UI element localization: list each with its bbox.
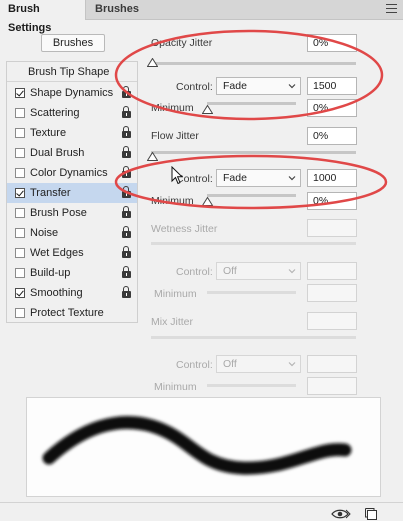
- mix-jitter-label: Mix Jitter: [151, 316, 193, 328]
- wetness-minimum-value: [307, 284, 357, 302]
- wet-edges-checkbox[interactable]: [15, 248, 25, 258]
- list-item-label: Protect Texture: [30, 307, 104, 319]
- list-item-build-up[interactable]: Build-up: [7, 263, 137, 283]
- footer-divider: [0, 502, 403, 503]
- wetness-jitter-slider: [151, 242, 356, 245]
- list-item-label: Transfer: [30, 187, 71, 199]
- chevron-down-icon: [288, 269, 296, 274]
- new-preset-icon[interactable]: [364, 508, 378, 520]
- color-dynamics-checkbox[interactable]: [15, 168, 25, 178]
- mix-control-dropdown: Off: [216, 355, 301, 373]
- lock-icon[interactable]: [122, 246, 131, 258]
- annotation-ellipse-opacity: [114, 29, 384, 121]
- list-item-label: Wet Edges: [30, 247, 84, 259]
- protect-texture-checkbox[interactable]: [15, 308, 25, 318]
- annotation-overlay: [114, 29, 388, 210]
- chevron-down-icon: [288, 362, 296, 367]
- list-item-protect-texture[interactable]: Protect Texture: [7, 303, 137, 323]
- list-item-smoothing[interactable]: Smoothing: [7, 283, 137, 303]
- tab-bar: Brush Settings Brushes: [0, 0, 403, 34]
- mouse-cursor-icon: [171, 166, 183, 185]
- list-item-wet-edges[interactable]: Wet Edges: [7, 243, 137, 263]
- mix-minimum-slider: [207, 384, 296, 387]
- build-up-checkbox[interactable]: [15, 268, 25, 278]
- brush-pose-checkbox[interactable]: [15, 208, 25, 218]
- list-item-label: Shape Dynamics: [30, 87, 114, 99]
- annotation-ellipse-flow: [114, 154, 388, 210]
- mix-control-steps: [307, 355, 357, 373]
- wetness-minimum-label: Minimum: [154, 288, 197, 300]
- brush-stroke: [42, 416, 352, 475]
- list-item-label: Build-up: [30, 267, 71, 279]
- texture-checkbox[interactable]: [15, 128, 25, 138]
- brush-stroke-preview: [26, 397, 381, 497]
- wetness-control-steps: [307, 262, 357, 280]
- dual-brush-checkbox[interactable]: [15, 148, 25, 158]
- list-item-label: Noise: [30, 227, 59, 239]
- mix-control-value: Off: [223, 358, 237, 370]
- shape-dynamics-checkbox[interactable]: [15, 88, 25, 98]
- list-item-label: Dual Brush: [30, 147, 85, 159]
- list-item-noise[interactable]: Noise: [7, 223, 137, 243]
- list-item-label: Smoothing: [30, 287, 83, 299]
- list-item-label: Texture: [30, 127, 67, 139]
- lock-icon[interactable]: [122, 266, 131, 278]
- mix-control-label: Control:: [176, 359, 213, 371]
- mix-jitter-value: [307, 312, 357, 330]
- wetness-control-value: Off: [223, 265, 237, 277]
- wetness-jitter-label: Wetness Jitter: [151, 223, 218, 235]
- wetness-minimum-slider: [207, 291, 296, 294]
- eye-icon[interactable]: [330, 508, 352, 520]
- wetness-jitter-value: [307, 219, 357, 237]
- smoothing-checkbox[interactable]: [15, 288, 25, 298]
- brushes-button[interactable]: Brushes: [41, 34, 105, 52]
- noise-checkbox[interactable]: [15, 228, 25, 238]
- panel-menu-icon[interactable]: [386, 4, 397, 14]
- list-item-label: Scattering: [30, 107, 80, 119]
- mix-minimum-value: [307, 377, 357, 395]
- lock-icon[interactable]: [122, 286, 131, 298]
- list-item-label: Color Dynamics: [30, 167, 108, 179]
- tab-brushes[interactable]: Brushes: [87, 0, 143, 20]
- list-item-label: Brush Pose: [30, 207, 87, 219]
- wetness-control-label: Control:: [176, 266, 213, 278]
- mix-jitter-slider: [151, 336, 356, 339]
- mix-minimum-label: Minimum: [154, 381, 197, 393]
- wetness-control-dropdown: Off: [216, 262, 301, 280]
- scattering-checkbox[interactable]: [15, 108, 25, 118]
- lock-icon[interactable]: [122, 226, 131, 238]
- tab-brush-settings[interactable]: Brush Settings: [0, 0, 86, 34]
- transfer-checkbox[interactable]: [15, 188, 25, 198]
